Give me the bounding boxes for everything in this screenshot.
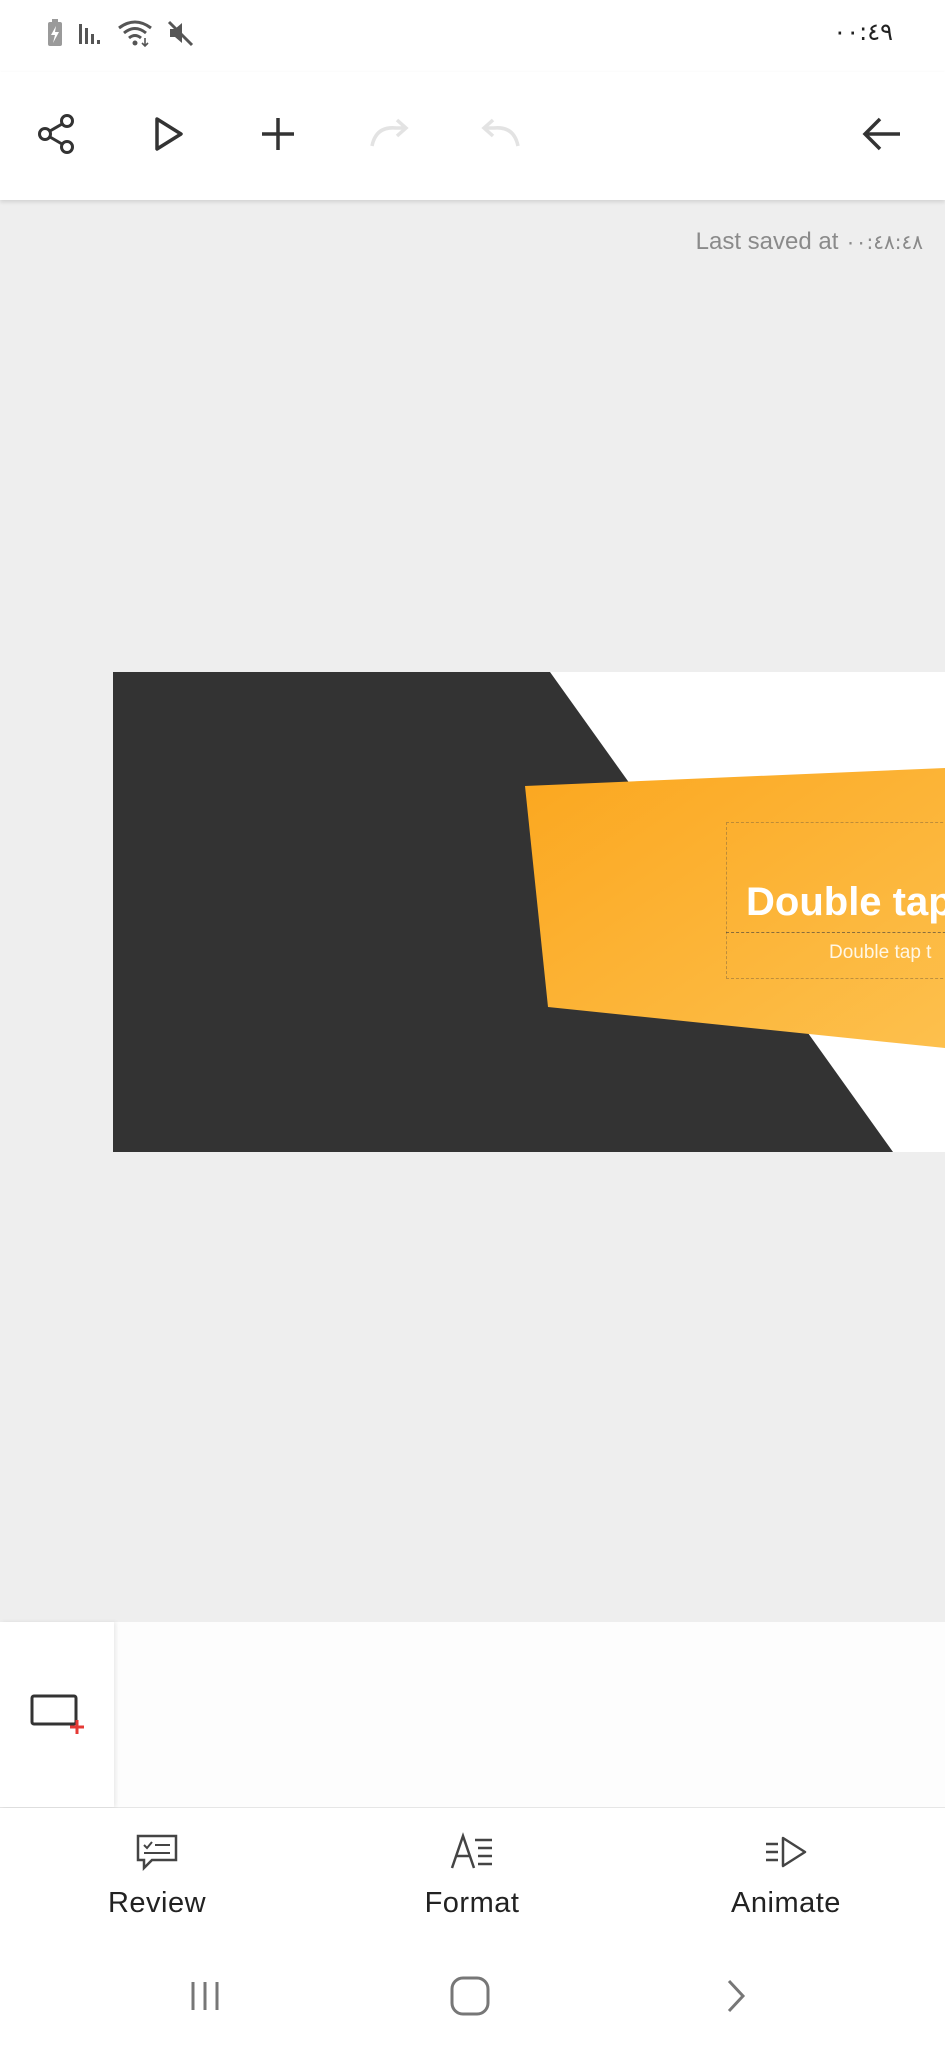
add-icon (258, 114, 298, 159)
add-slide-icon (27, 1688, 87, 1741)
last-saved-status: Last saved at ٠٠:٤٨:٤٨ (696, 228, 923, 256)
animate-icon (763, 1832, 809, 1877)
tab-animate-label: Animate (731, 1887, 841, 1919)
home-icon (448, 1974, 492, 2023)
play-icon (148, 114, 188, 159)
system-navigation-bar (0, 1948, 945, 2048)
tab-review[interactable]: Review (57, 1832, 257, 1932)
back-arrow-icon (860, 114, 904, 159)
placeholder-divider (726, 932, 945, 933)
add-button[interactable] (248, 106, 308, 166)
add-slide-button[interactable] (0, 1622, 114, 1807)
undo-button[interactable] (470, 106, 530, 166)
slide[interactable]: Double tap Double tap t (113, 672, 945, 1152)
wifi-icon (117, 18, 153, 53)
editor-toolbar (0, 72, 945, 200)
back-button[interactable] (852, 106, 912, 166)
back-icon (717, 1976, 753, 2021)
slide-thumbnail-strip (0, 1622, 945, 1808)
status-time: ٠٠:٤٩ (833, 18, 893, 46)
format-icon (449, 1832, 495, 1877)
status-bar: ٠٠:٤٩ (0, 0, 945, 72)
recent-apps-button[interactable] (170, 1968, 240, 2028)
tab-format-label: Format (424, 1887, 520, 1919)
redo-button[interactable] (360, 106, 420, 166)
recent-apps-icon (185, 1976, 225, 2021)
home-button[interactable] (435, 1968, 505, 2028)
slide-title-placeholder[interactable]: Double tap (746, 880, 945, 925)
nav-back-button[interactable] (700, 1968, 770, 2028)
presentation-editor-screen: ٠٠:٤٩ Last saved at ٠٠:٤٨:٤٨ Double tap … (0, 0, 945, 2048)
tab-animate[interactable]: Animate (686, 1832, 886, 1932)
signal-icon (77, 18, 105, 53)
mute-icon (165, 18, 195, 53)
last-saved-time: ٠٠:٤٨:٤٨ (845, 230, 923, 254)
share-icon (34, 112, 78, 161)
tab-format[interactable]: Format (372, 1832, 572, 1932)
battery-charging-icon (45, 18, 65, 53)
redo-icon (366, 114, 414, 159)
review-icon (134, 1832, 180, 1877)
tab-review-label: Review (107, 1887, 207, 1919)
play-button[interactable] (138, 106, 198, 166)
status-icons (45, 18, 195, 53)
slide-canvas[interactable]: Last saved at ٠٠:٤٨:٤٨ Double tap Double… (0, 200, 945, 1622)
last-saved-label: Last saved at (695, 228, 839, 255)
bottom-tab-bar: Review Format Animate (0, 1808, 945, 1948)
undo-icon (476, 114, 524, 159)
slide-subtitle-placeholder[interactable]: Double tap t (829, 942, 931, 964)
share-button[interactable] (26, 106, 86, 166)
